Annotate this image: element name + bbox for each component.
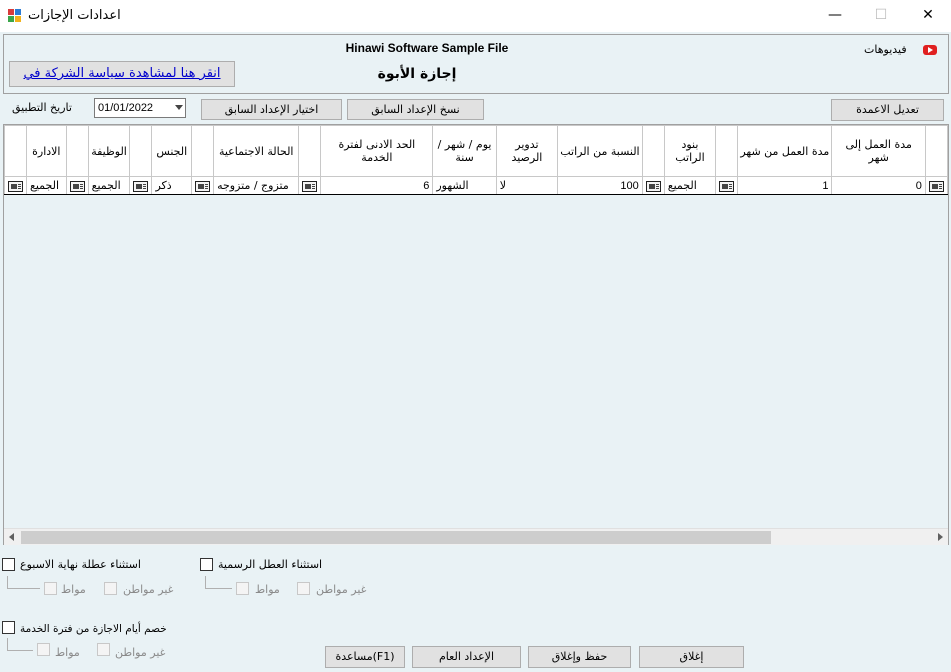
table-row[interactable]: الجميع الجميع ذكر متزوج / متزوجه 6 الشهو…	[4, 176, 948, 195]
cell-percent-salary[interactable]: 100	[557, 176, 643, 195]
holidays-non-citizen-checkbox[interactable]	[297, 582, 310, 595]
grid-header-row: الادارة الوظيفة الجنس الحالة الاجتماعية …	[4, 125, 948, 177]
settings-grid[interactable]: الادارة الوظيفة الجنس الحالة الاجتماعية …	[3, 124, 949, 545]
title-bar: اعدادات الإجازات — ☐ ✕	[0, 0, 951, 32]
option-connector	[7, 638, 33, 651]
edit-form-icon[interactable]	[302, 180, 318, 192]
cell-edit-button[interactable]	[65, 176, 89, 195]
holidays-citizen-checkbox[interactable]	[236, 582, 249, 595]
edit-form-icon[interactable]	[133, 180, 149, 192]
maximize-button[interactable]: ☐	[858, 0, 904, 32]
company-policy-button[interactable]: انقر هنا لمشاهدة سياسة الشركة في	[9, 61, 235, 87]
holidays-citizen-label: مواط	[255, 583, 280, 596]
holidays-non-citizen-label: غير مواطن	[316, 583, 367, 596]
cell-work-to[interactable]: 0	[831, 176, 926, 195]
close-button[interactable]: إغلاق	[639, 646, 744, 668]
general-settings-button[interactable]: الإعداد العام	[412, 646, 521, 668]
cell-work-from[interactable]: 1	[737, 176, 833, 195]
column-header-percent-salary[interactable]: النسبة من الراتب	[557, 125, 643, 177]
horizontal-scrollbar[interactable]	[4, 528, 948, 545]
cell-edit-button[interactable]	[298, 176, 322, 195]
column-header-work-to[interactable]: مدة العمل إلى شهر	[831, 125, 926, 177]
app-name: Hinawi Software Sample File	[345, 41, 509, 55]
apply-date-value: 01/01/2022	[98, 102, 154, 114]
column-header-gender[interactable]: الجنس	[151, 125, 193, 177]
header-icon-cell	[298, 125, 322, 177]
save-close-button[interactable]: حفظ وإغلاق	[528, 646, 631, 668]
edit-form-icon[interactable]	[69, 180, 85, 192]
edit-form-icon[interactable]	[928, 180, 944, 192]
column-header-job[interactable]: الوظيفة	[87, 125, 131, 177]
weekend-exclusion-label: استثناء عطلة نهاية الاسبوع	[20, 558, 141, 571]
youtube-icon[interactable]	[923, 45, 937, 55]
weekend-non-citizen-checkbox[interactable]	[104, 582, 117, 595]
cell-edit-button[interactable]	[4, 176, 27, 195]
official-holidays-checkbox[interactable]	[200, 558, 213, 571]
choose-previous-button[interactable]: اختيار الإعداد السابق	[201, 99, 342, 120]
header-icon-cell	[129, 125, 153, 177]
cell-carry-balance[interactable]: لا	[495, 176, 559, 195]
edit-columns-button[interactable]: تعديل الاعمدة	[831, 99, 944, 121]
column-header-min-service[interactable]: الحد الادنى لفترة الخدمة	[320, 125, 434, 177]
column-header-salary-items[interactable]: بنود الراتب	[663, 125, 717, 177]
cell-marital-status[interactable]: متزوج / متزوجه	[213, 176, 300, 195]
weekend-citizen-label: مواط	[61, 583, 86, 596]
deduct-citizen-label: مواط	[55, 646, 80, 659]
copy-previous-button[interactable]: نسخ الإعداد السابق	[347, 99, 484, 120]
deduct-service-label: خصم أيام الاجازة من فترة الخدمة	[20, 623, 167, 635]
option-connector	[205, 576, 232, 589]
official-holidays-label: استثناء العطل الرسمية	[218, 558, 323, 571]
header-icon-cell	[4, 125, 27, 177]
cell-department[interactable]: الجميع	[26, 176, 67, 195]
cell-edit-button[interactable]	[641, 176, 665, 195]
apply-date-picker[interactable]: 01/01/2022	[94, 98, 186, 118]
weekend-exclusion-checkbox[interactable]	[2, 558, 15, 571]
cell-edit-button[interactable]	[129, 176, 153, 195]
header-panel: Hinawi Software Sample File إجازة الأبوة…	[3, 34, 949, 94]
deduct-citizen-checkbox[interactable]	[37, 643, 50, 656]
chevron-down-icon[interactable]	[175, 105, 183, 110]
scroll-left-icon[interactable]	[9, 533, 14, 541]
window-title: اعدادات الإجازات	[28, 8, 121, 23]
weekend-citizen-checkbox[interactable]	[44, 582, 57, 595]
close-window-button[interactable]: ✕	[905, 0, 951, 32]
edit-form-icon[interactable]	[645, 180, 661, 192]
option-connector	[7, 576, 40, 589]
scroll-right-icon[interactable]	[938, 533, 943, 541]
weekend-non-citizen-label: غير مواطن	[123, 583, 174, 596]
deduct-non-citizen-checkbox[interactable]	[97, 643, 110, 656]
column-header-department[interactable]: الادارة	[26, 125, 67, 177]
cell-edit-button[interactable]	[715, 176, 739, 195]
deduct-non-citizen-label: غير مواطن	[115, 646, 166, 659]
header-icon-cell	[65, 125, 89, 177]
videos-link[interactable]: فيديوهات	[864, 43, 907, 56]
cell-unit[interactable]: الشهور	[432, 176, 497, 195]
help-button[interactable]: مساعدة(F1)	[325, 646, 405, 668]
header-icon-cell	[641, 125, 665, 177]
header-icon-cell	[191, 125, 215, 177]
column-header-unit[interactable]: يوم / شهر / سنة	[432, 125, 497, 177]
header-icon-cell	[924, 125, 948, 177]
edit-form-icon[interactable]	[719, 180, 735, 192]
column-header-work-from[interactable]: مدة العمل من شهر	[737, 125, 833, 177]
edit-form-icon[interactable]	[195, 180, 211, 192]
cell-edit-button[interactable]	[191, 176, 215, 195]
cell-min-service[interactable]: 6	[320, 176, 434, 195]
grid-table: الادارة الوظيفة الجنس الحالة الاجتماعية …	[4, 125, 948, 195]
edit-form-icon[interactable]	[8, 180, 23, 192]
deduct-service-checkbox[interactable]	[2, 621, 15, 634]
column-header-carry-balance[interactable]: تدوير الرصيد	[495, 125, 559, 177]
column-header-marital-status[interactable]: الحالة الاجتماعية	[213, 125, 300, 177]
cell-edit-button[interactable]	[924, 176, 948, 195]
minimize-button[interactable]: —	[812, 0, 858, 32]
app-icon	[8, 9, 22, 23]
cell-salary-items[interactable]: الجميع	[663, 176, 717, 195]
scrollbar-thumb[interactable]	[21, 531, 771, 544]
header-icon-cell	[715, 125, 739, 177]
cell-job[interactable]: الجميع	[87, 176, 131, 195]
apply-date-label: تاريخ التطبيق	[12, 101, 72, 114]
cell-gender[interactable]: ذكر	[151, 176, 193, 195]
